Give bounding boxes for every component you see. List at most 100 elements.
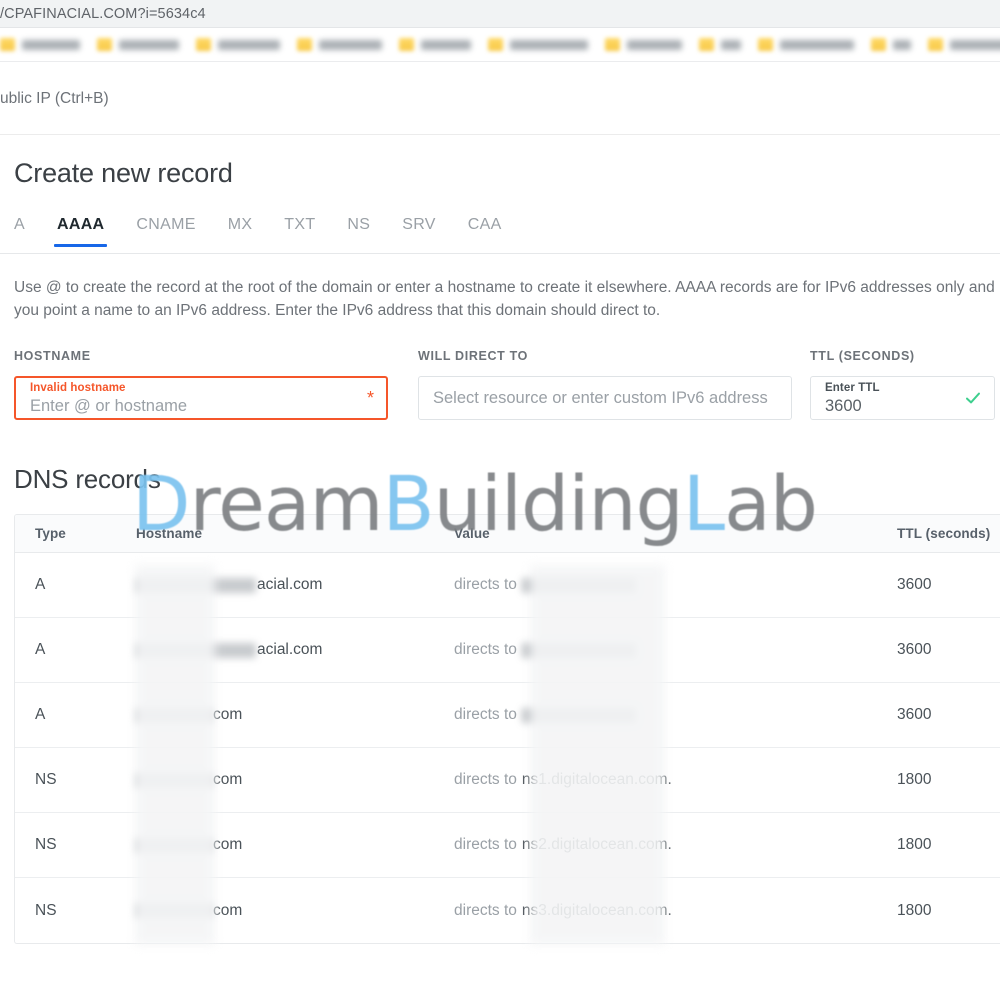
- folder-icon: [758, 38, 773, 51]
- public-ip-status-strip: ublic IP (Ctrl+B): [0, 63, 1000, 135]
- cell-value: directs to ns2.digitalocean.com.: [454, 836, 895, 854]
- bookmark-item[interactable]: [196, 38, 289, 51]
- bookmark-item[interactable]: [699, 38, 750, 51]
- folder-icon: [399, 38, 414, 51]
- cell-value: directs to: [454, 576, 895, 594]
- table-row[interactable]: Aacial.com directs to 3600: [15, 553, 1000, 618]
- bookmark-item[interactable]: [97, 38, 188, 51]
- cell-ttl: 1800: [897, 901, 932, 919]
- table-row[interactable]: Aacial.com directs to 3600: [15, 618, 1000, 683]
- create-record-form: HOSTNAME Invalid hostname Enter @ or hos…: [14, 349, 1000, 420]
- table-row[interactable]: Acom directs to 3600: [15, 683, 1000, 748]
- bookmark-item[interactable]: [871, 38, 920, 51]
- value-target: ns1.digitalocean.com.: [521, 771, 672, 788]
- cell-hostname: com: [136, 836, 454, 854]
- value-prefix: directs to: [454, 641, 517, 658]
- will-direct-to-input[interactable]: Select resource or enter custom IPv6 add…: [418, 376, 792, 420]
- folder-icon: [297, 38, 312, 51]
- folder-icon: [871, 38, 886, 51]
- ttl-inner-label: Enter TTL: [825, 381, 880, 394]
- cell-type: NS: [35, 771, 57, 788]
- folder-icon: [488, 38, 503, 51]
- cell-type: A: [35, 576, 46, 593]
- redacted-hostname: [136, 642, 256, 658]
- will-direct-to-field-group: WILL DIRECT TO Select resource or enter …: [418, 349, 792, 420]
- browser-url-bar[interactable]: /CPAFINACIAL.COM?i=5634c4: [0, 0, 1000, 28]
- value-target: ns2.digitalocean.com.: [521, 836, 672, 853]
- value-prefix: directs to: [454, 576, 517, 593]
- table-header-row: Type Hostname Value TTL (seconds): [15, 515, 1000, 553]
- table-row[interactable]: NS com directs to ns3.digitalocean.com. 1800: [15, 878, 1000, 943]
- hostname-placeholder: Enter @ or hostname: [30, 396, 188, 415]
- value-prefix: directs to: [454, 901, 517, 919]
- tab-mx[interactable]: MX: [228, 216, 253, 247]
- bookmark-item[interactable]: [0, 38, 89, 51]
- bookmark-label: [780, 39, 854, 50]
- bookmark-label: [218, 39, 280, 50]
- redacted-hostname: [136, 903, 212, 918]
- cell-hostname: com: [136, 706, 454, 724]
- dns-records-title: DNS records: [14, 464, 161, 494]
- folder-icon: [196, 38, 211, 51]
- cell-hostname: com: [136, 902, 454, 920]
- tab-caa[interactable]: CAA: [468, 216, 502, 247]
- cell-type: A: [35, 641, 46, 658]
- cell-ttl: 1800: [897, 836, 932, 853]
- cell-hostname: com: [136, 771, 454, 789]
- value-prefix: directs to: [454, 771, 517, 788]
- bookmark-label: [421, 39, 471, 50]
- ttl-field-group: TTL (SECONDS) Enter TTL 3600: [810, 349, 995, 420]
- redacted-value: [521, 707, 636, 723]
- folder-icon: [605, 38, 620, 51]
- cell-type: NS: [35, 901, 57, 919]
- tab-a[interactable]: A: [14, 216, 25, 247]
- hostname-input[interactable]: Invalid hostname Enter @ or hostname *: [14, 376, 388, 420]
- cell-value: directs to: [454, 706, 895, 724]
- bookmarks-bar[interactable]: [0, 28, 1000, 62]
- ttl-input[interactable]: Enter TTL 3600: [810, 376, 995, 420]
- tab-srv[interactable]: SRV: [402, 216, 436, 247]
- cell-ttl: 3600: [897, 641, 932, 658]
- table-row[interactable]: NS com directs to ns1.digitalocean.com. 1800: [15, 748, 1000, 813]
- redacted-hostname: [136, 772, 212, 788]
- dns-page: Create new record A AAAA CNAME MX TXT NS SRV CA…: [0, 136, 1000, 944]
- redacted-value: [521, 642, 636, 658]
- tab-ns[interactable]: NS: [347, 216, 370, 247]
- table-row[interactable]: NS com directs to ns2.digitalocean.com. 1800: [15, 813, 1000, 878]
- record-type-description: Use @ to create the record at the root o…: [14, 279, 1000, 319]
- hostname-label: HOSTNAME: [14, 349, 91, 363]
- value-target: ns3.digitalocean.com.: [521, 901, 672, 919]
- bookmark-item[interactable]: [399, 38, 480, 51]
- redacted-hostname: [136, 577, 256, 593]
- bookmark-label: [22, 39, 80, 50]
- folder-icon: [928, 38, 943, 51]
- bookmark-item[interactable]: [758, 38, 863, 51]
- bookmark-item[interactable]: [488, 38, 597, 51]
- dns-records-table: Type Hostname Value TTL (seconds) Aacial…: [14, 514, 1000, 944]
- bookmark-label: [119, 39, 179, 50]
- cell-ttl: 3600: [897, 576, 932, 593]
- record-type-tabs[interactable]: A AAAA CNAME MX TXT NS SRV CAA: [0, 216, 1000, 254]
- bookmark-label: [319, 39, 382, 50]
- folder-icon: [699, 38, 714, 51]
- cell-ttl: 3600: [897, 706, 932, 723]
- ttl-label: TTL (SECONDS): [810, 349, 915, 363]
- folder-icon: [97, 38, 112, 51]
- cell-ttl: 1800: [897, 771, 932, 788]
- tab-cname[interactable]: CNAME: [136, 216, 195, 247]
- bookmark-item[interactable]: [605, 38, 691, 51]
- required-asterisk-icon: *: [366, 388, 374, 408]
- hostname-error-label: Invalid hostname: [30, 381, 126, 394]
- redacted-hostname: [136, 707, 212, 723]
- tab-txt[interactable]: TXT: [284, 216, 315, 247]
- value-prefix: directs to: [454, 836, 517, 853]
- cell-type: NS: [35, 836, 57, 853]
- value-prefix: directs to: [454, 706, 517, 723]
- will-direct-to-label: WILL DIRECT TO: [418, 349, 529, 363]
- cell-hostname: acial.com: [136, 641, 454, 659]
- tab-aaaa[interactable]: AAAA: [53, 216, 108, 247]
- bookmark-item[interactable]: [297, 38, 391, 51]
- folder-icon: [0, 38, 15, 51]
- cell-value: directs to ns1.digitalocean.com.: [454, 771, 895, 789]
- bookmark-item[interactable]: [928, 38, 1000, 51]
